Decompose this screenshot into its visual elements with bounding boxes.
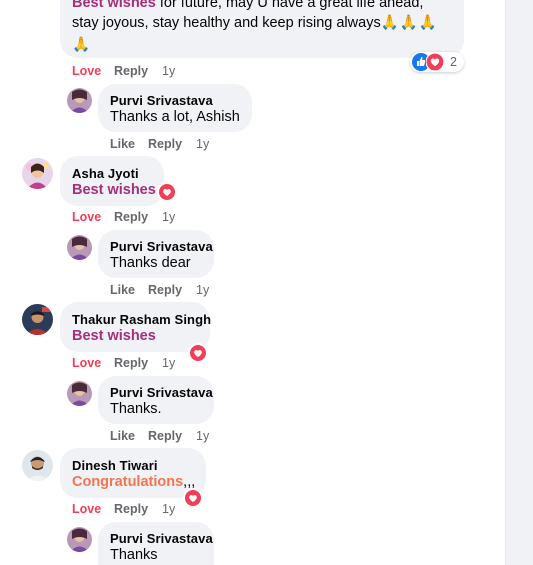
comment-text: Congratulations,,, <box>72 474 195 490</box>
comment-text: Thanks <box>110 547 158 563</box>
comment-bubble-thakur <box>60 302 210 352</box>
comment-text-line2: stay joyous, stay healthy and keep risin… <box>72 14 438 31</box>
comment-author[interactable]: Purvi Srivastava <box>110 385 213 400</box>
comment-text-line1: Best wishes for future, may U have a gre… <box>72 0 423 11</box>
congratulations-text: Congratulations <box>72 474 184 490</box>
love-reaction-badge[interactable] <box>183 488 203 508</box>
comment-author[interactable]: Purvi Srivastava <box>110 239 213 254</box>
avatar-purvi[interactable] <box>67 527 92 552</box>
avatar-purvi[interactable] <box>67 381 92 406</box>
best-wishes-text: Best wishes <box>72 182 156 198</box>
comment-text-continued: for future, may U have a great life ahea… <box>155 0 424 11</box>
avatar-purvi[interactable] <box>67 235 92 260</box>
reaction-summary[interactable]: 2 <box>410 52 464 72</box>
love-reaction-badge[interactable] <box>157 182 177 202</box>
avatar-dinesh[interactable] <box>22 450 53 481</box>
avatar-asha[interactable] <box>22 158 53 189</box>
comment-text: Thanks a lot, Ashish <box>110 109 240 125</box>
comment-author[interactable]: Dinesh Tiwari <box>72 458 158 473</box>
like-button[interactable]: Like <box>110 283 135 297</box>
reply-button[interactable]: Reply <box>148 283 182 297</box>
love-button[interactable]: Love <box>72 356 101 370</box>
timestamp[interactable]: 1y <box>196 429 209 443</box>
love-reaction-badge[interactable] <box>188 343 208 363</box>
avatar-thakur[interactable] <box>22 304 53 335</box>
comment-author[interactable]: Asha Jyoti <box>72 166 139 181</box>
reply-button[interactable]: Reply <box>114 356 148 370</box>
timestamp[interactable]: 1y <box>162 64 175 78</box>
comment-text: Thanks dear <box>110 255 191 271</box>
love-icon <box>159 184 175 200</box>
comment-text-line2-content: stay joyous, stay healthy and keep risin… <box>72 15 381 31</box>
best-wishes-text: Best wishes <box>72 328 156 344</box>
like-button[interactable]: Like <box>110 137 135 151</box>
comment-author[interactable]: Purvi Srivastava <box>110 93 213 108</box>
love-button[interactable]: Love <box>72 502 101 516</box>
timestamp[interactable]: 1y <box>162 210 175 224</box>
reply-button[interactable]: Reply <box>114 210 148 224</box>
like-button[interactable]: Like <box>110 429 135 443</box>
comment-author[interactable]: Purvi Srivastava <box>110 531 213 546</box>
folded-hands-emoji: 🙏🙏🙏 <box>380 15 438 31</box>
love-icon <box>426 53 444 71</box>
timestamp[interactable]: 1y <box>162 356 175 370</box>
best-wishes-text: Best wishes <box>72 0 156 11</box>
love-button[interactable]: Love <box>72 64 101 78</box>
love-icon <box>185 490 201 506</box>
right-rail-divider <box>505 0 533 565</box>
reply-button[interactable]: Reply <box>114 502 148 516</box>
comment-bubble-asha <box>60 156 164 206</box>
love-button[interactable]: Love <box>72 210 101 224</box>
comment-author[interactable]: Thakur Rasham Singh <box>72 312 211 327</box>
timestamp[interactable]: 1y <box>196 283 209 297</box>
reply-button[interactable]: Reply <box>148 429 182 443</box>
comment-text: Thanks. <box>110 401 162 417</box>
folded-hands-emoji-line3: 🙏 <box>72 37 91 53</box>
reply-button[interactable]: Reply <box>114 64 148 78</box>
reaction-count: 2 <box>450 55 457 69</box>
timestamp[interactable]: 1y <box>196 137 209 151</box>
love-icon <box>190 345 206 361</box>
timestamp[interactable]: 1y <box>162 502 175 516</box>
reply-button[interactable]: Reply <box>148 137 182 151</box>
avatar-purvi[interactable] <box>67 88 92 113</box>
